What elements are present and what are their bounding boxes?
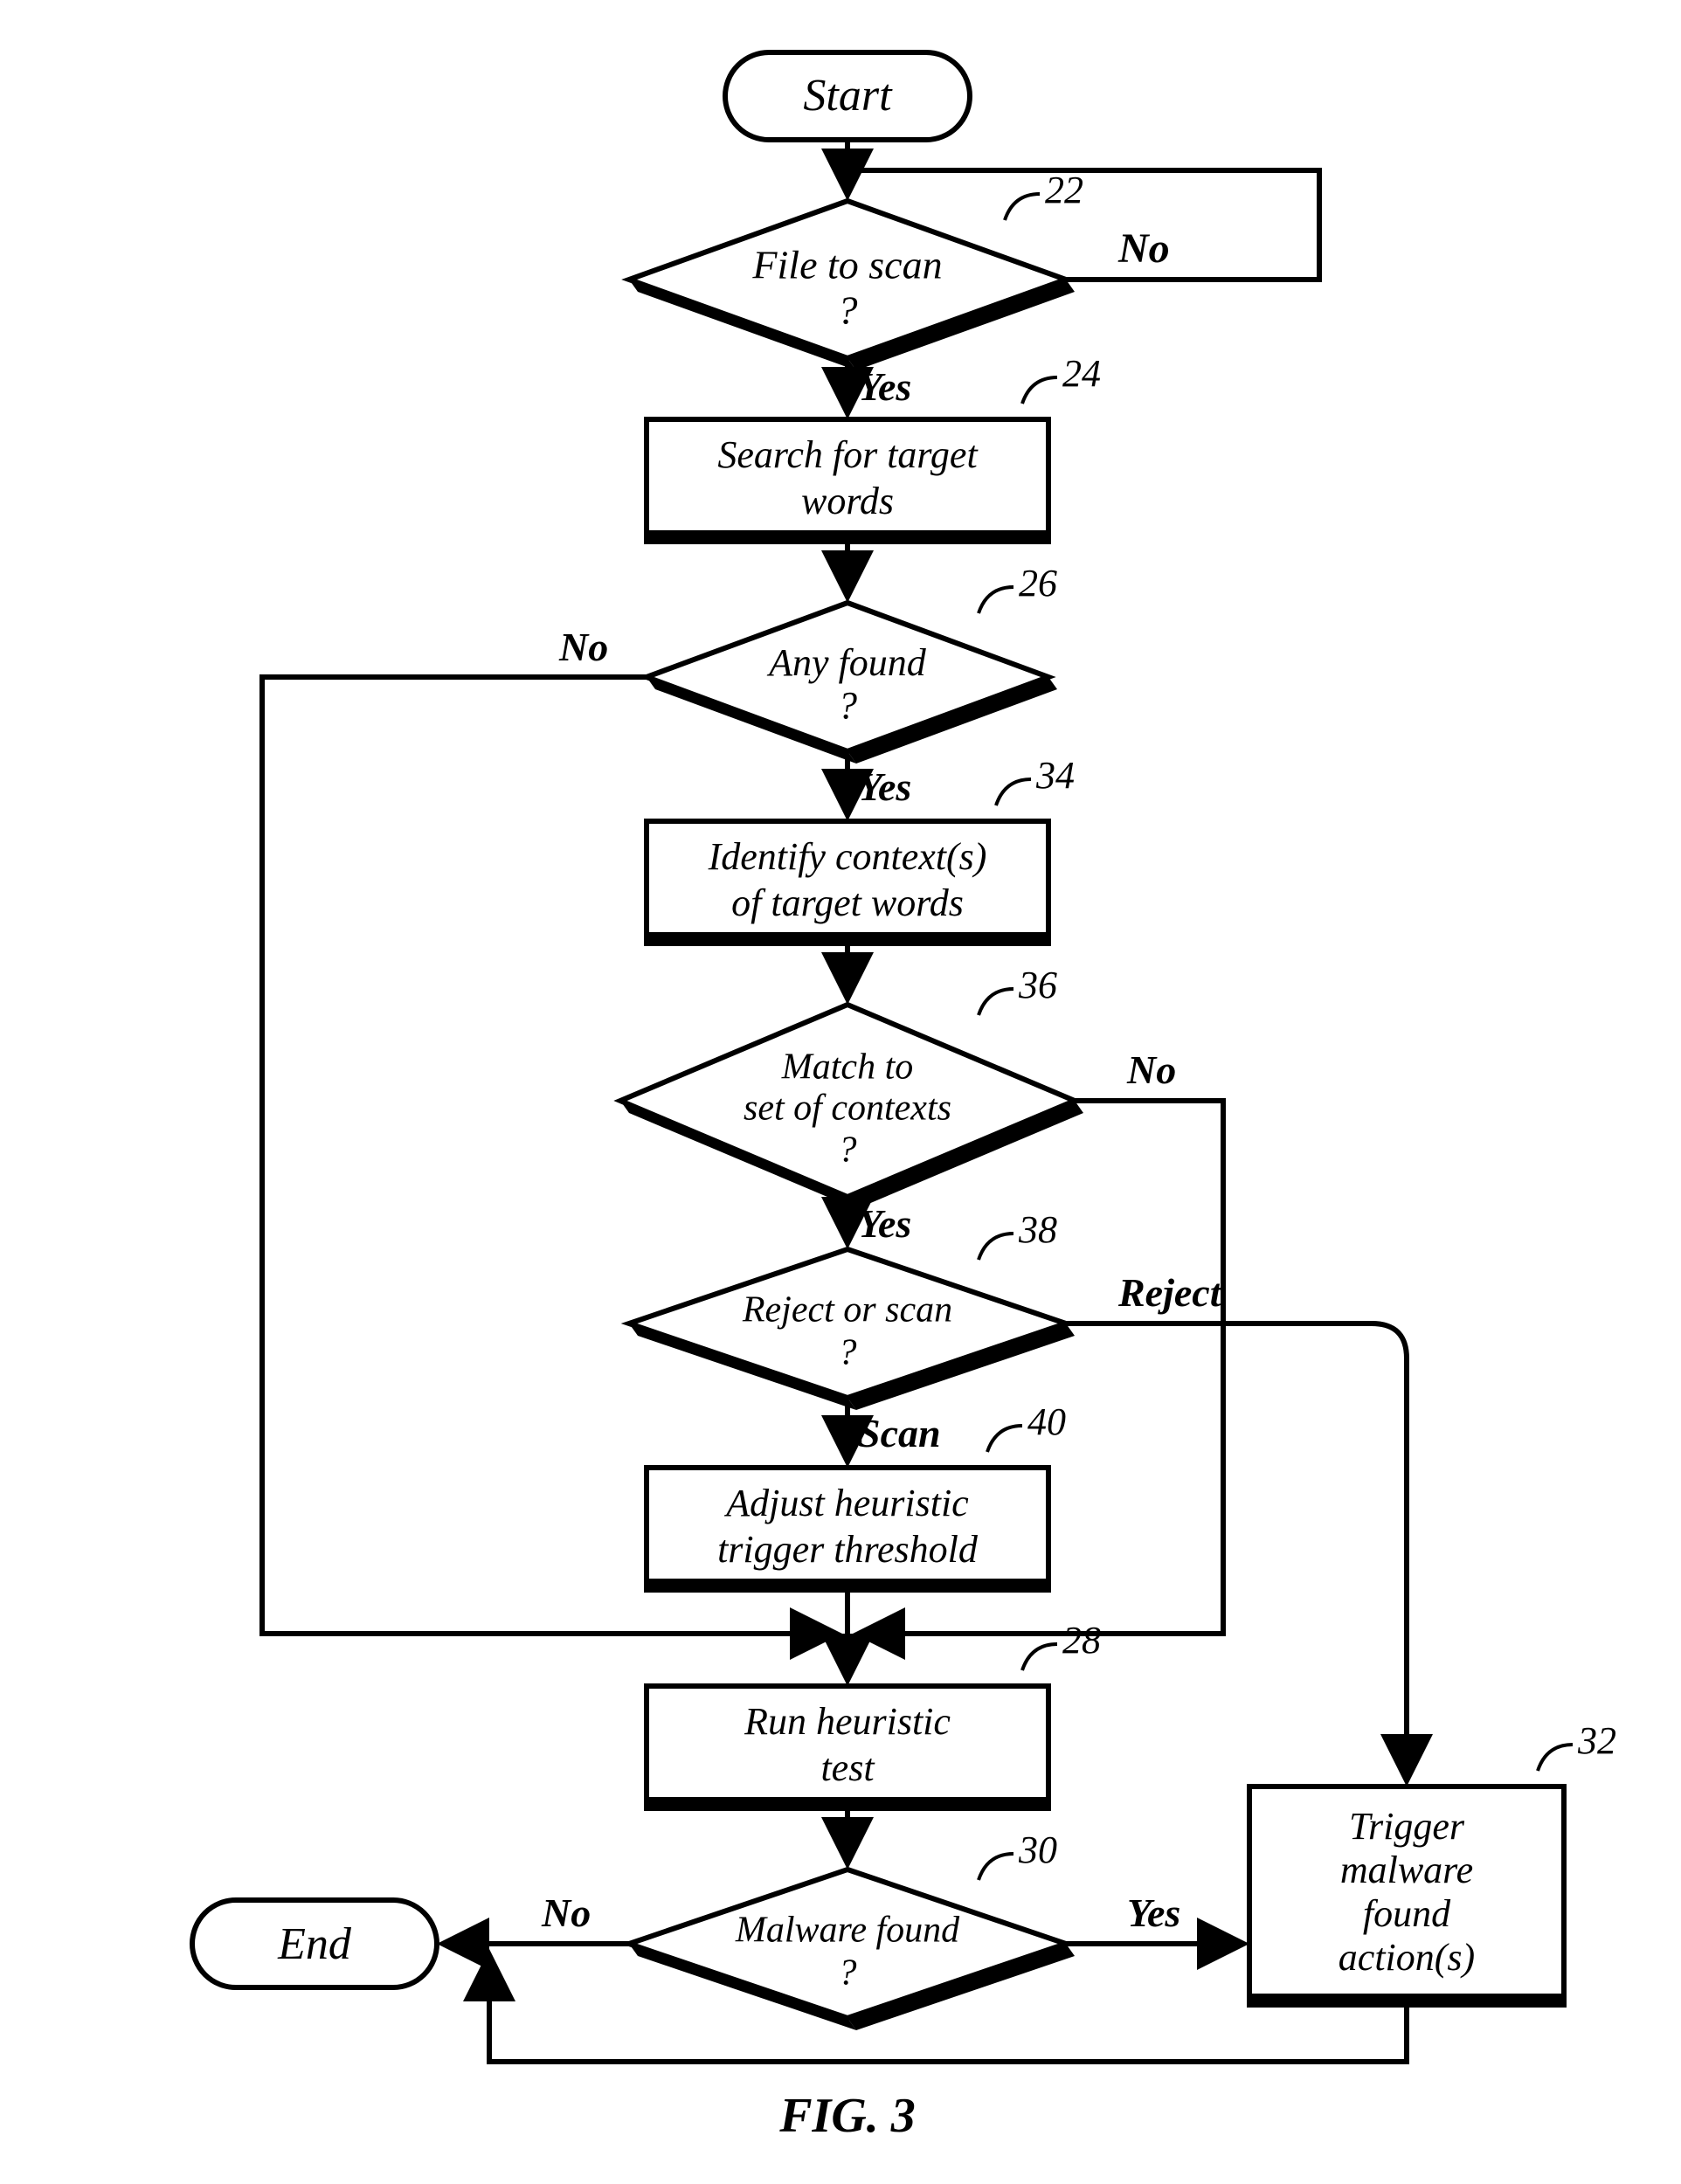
svg-text:found: found bbox=[1363, 1892, 1451, 1935]
end-label: End bbox=[277, 1919, 352, 1969]
start-label: Start bbox=[803, 71, 893, 121]
start-node: Start bbox=[725, 52, 970, 140]
label-22-no: No bbox=[1117, 225, 1170, 272]
svg-text:Reject or scan: Reject or scan bbox=[742, 1290, 952, 1330]
figure-caption: FIG. 3 bbox=[778, 2089, 916, 2143]
process-identify-contexts: Identify context(s) of target words bbox=[647, 821, 1048, 935]
svg-text:Adjust heuristic: Adjust heuristic bbox=[723, 1482, 969, 1524]
svg-text:?: ? bbox=[839, 1333, 857, 1373]
svg-text:Malware found: Malware found bbox=[735, 1911, 960, 1951]
svg-text:words: words bbox=[801, 480, 894, 522]
svg-text:File to scan: File to scan bbox=[751, 243, 942, 287]
svg-text:Trigger: Trigger bbox=[1349, 1805, 1465, 1848]
svg-text:?: ? bbox=[838, 684, 857, 727]
svg-text:?: ? bbox=[838, 288, 858, 333]
svg-text:?: ? bbox=[839, 1953, 857, 1994]
ref-40: 40 bbox=[1027, 1400, 1066, 1443]
ref-32: 32 bbox=[1577, 1719, 1616, 1762]
svg-text:trigger threshold: trigger threshold bbox=[717, 1528, 979, 1571]
label-36-no: No bbox=[1126, 1047, 1176, 1092]
decision-reject-or-scan: Reject or scan ? bbox=[629, 1249, 1075, 1410]
svg-text:Identify context(s): Identify context(s) bbox=[708, 835, 987, 878]
svg-text:Match to: Match to bbox=[781, 1047, 913, 1088]
svg-text:action(s): action(s) bbox=[1339, 1936, 1475, 1979]
ref-38: 38 bbox=[1018, 1208, 1057, 1251]
flowchart: Start File to scan ? 22 Search for targe… bbox=[0, 0, 1681, 2184]
label-30-no: No bbox=[541, 1890, 591, 1935]
svg-text:of target words: of target words bbox=[731, 881, 964, 924]
label-30-yes: Yes bbox=[1127, 1890, 1180, 1935]
process-run-heuristic: Run heuristic test bbox=[647, 1686, 1048, 1800]
ref-30: 30 bbox=[1018, 1828, 1057, 1871]
ref-26: 26 bbox=[1019, 562, 1057, 605]
label-38-scan: Scan bbox=[858, 1411, 941, 1455]
svg-text:test: test bbox=[820, 1746, 875, 1789]
ref-22: 22 bbox=[1045, 169, 1083, 211]
svg-text:Any found: Any found bbox=[766, 641, 927, 684]
svg-text:Run heuristic: Run heuristic bbox=[744, 1700, 951, 1743]
process-trigger-actions: Trigger malware found action(s) bbox=[1249, 1787, 1564, 1996]
edge-38-reject-32 bbox=[1066, 1324, 1407, 1781]
process-search-target-words: Search for target words bbox=[647, 419, 1048, 533]
svg-text:?: ? bbox=[839, 1130, 857, 1171]
svg-text:malware: malware bbox=[1340, 1849, 1473, 1891]
svg-text:Search for target: Search for target bbox=[717, 433, 979, 476]
ref-36: 36 bbox=[1018, 964, 1057, 1006]
decision-file-to-scan: File to scan ? bbox=[629, 201, 1075, 370]
end-node: End bbox=[192, 1900, 437, 1987]
label-36-yes: Yes bbox=[858, 1201, 911, 1246]
process-adjust-threshold: Adjust heuristic trigger threshold bbox=[647, 1468, 1048, 1581]
label-38-reject: Reject bbox=[1117, 1270, 1222, 1315]
svg-text:set of contexts: set of contexts bbox=[744, 1089, 951, 1129]
label-22-yes: Yes bbox=[858, 364, 911, 409]
label-26-no: No bbox=[558, 625, 608, 669]
ref-34: 34 bbox=[1035, 754, 1075, 797]
decision-any-found: Any found ? bbox=[647, 603, 1057, 764]
decision-match-contexts: Match to set of contexts ? bbox=[620, 1005, 1083, 1209]
label-26-yes: Yes bbox=[858, 764, 911, 809]
ref-28: 28 bbox=[1062, 1619, 1101, 1662]
decision-malware-found: Malware found ? bbox=[629, 1870, 1075, 2030]
ref-24: 24 bbox=[1062, 352, 1101, 395]
